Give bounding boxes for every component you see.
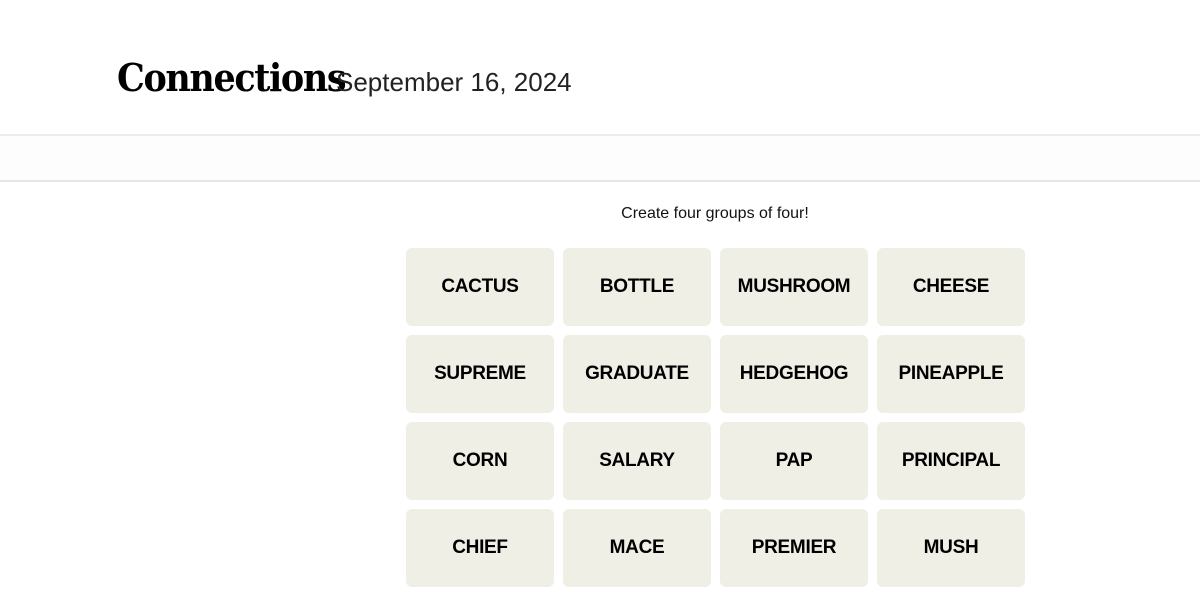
word-tile[interactable]: CHEESE: [877, 248, 1025, 326]
word-tile[interactable]: SALARY: [563, 422, 711, 500]
word-tile[interactable]: HEDGEHOG: [720, 335, 868, 413]
puzzle-date: September 16, 2024: [336, 67, 572, 97]
word-tile[interactable]: BOTTLE: [563, 248, 711, 326]
word-tile[interactable]: CORN: [406, 422, 554, 500]
toolbar-bar: [0, 136, 1200, 181]
word-tile[interactable]: SUPREME: [406, 335, 554, 413]
page-header: Connections September 16, 2024: [0, 0, 1200, 135]
word-tile[interactable]: PINEAPPLE: [877, 335, 1025, 413]
word-tile[interactable]: MACE: [563, 509, 711, 587]
word-tile[interactable]: CHIEF: [406, 509, 554, 587]
word-tile[interactable]: MUSHROOM: [720, 248, 868, 326]
game-instructions: Create four groups of four!: [621, 205, 809, 222]
word-grid: CACTUS BOTTLE MUSHROOM CHEESE SUPREME GR…: [406, 248, 1025, 587]
word-tile[interactable]: PREMIER: [720, 509, 868, 587]
word-tile[interactable]: CACTUS: [406, 248, 554, 326]
game-title: Connections: [117, 55, 347, 100]
word-tile[interactable]: MUSH: [877, 509, 1025, 587]
toolbar-divider: [0, 180, 1200, 182]
word-tile[interactable]: PAP: [720, 422, 868, 500]
word-tile[interactable]: GRADUATE: [563, 335, 711, 413]
word-tile[interactable]: PRINCIPAL: [877, 422, 1025, 500]
